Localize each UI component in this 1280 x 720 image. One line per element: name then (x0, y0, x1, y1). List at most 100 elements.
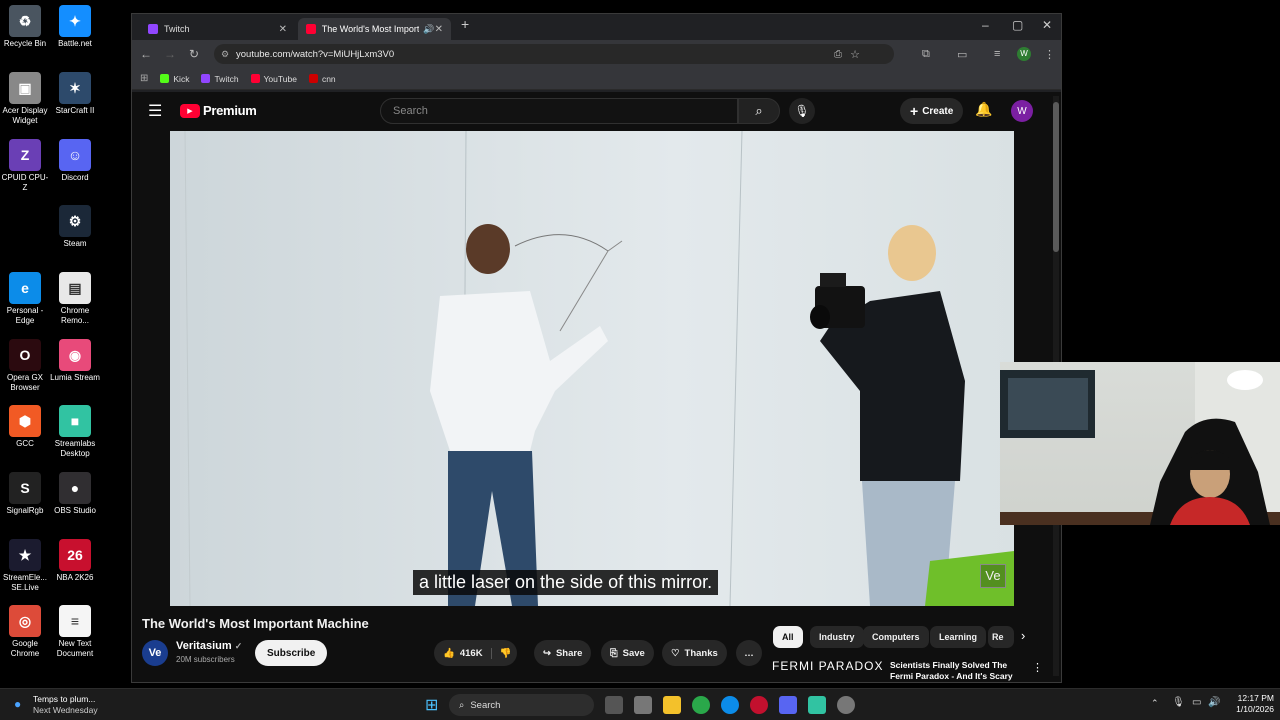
youtube-logo[interactable]: ▶ Premium (180, 103, 257, 118)
youtube-play-icon: ▶ (180, 103, 200, 118)
subscribe-button[interactable]: Subscribe (255, 640, 328, 666)
search-button[interactable]: ⌕ (738, 98, 780, 124)
hamburger-menu-icon[interactable]: ☰ (148, 101, 162, 121)
network-icon[interactable]: ▭ (1192, 697, 1201, 708)
microphone-tray-icon[interactable]: 🎙 (1172, 697, 1185, 708)
tray-overflow-icon[interactable]: ⌃ (1151, 698, 1159, 709)
side-panel-icon[interactable]: ▭ (957, 48, 967, 61)
task-view-icon[interactable] (605, 696, 623, 714)
new-tab-button[interactable]: + (461, 16, 469, 32)
minimize-button[interactable]: – (982, 18, 989, 32)
voice-search-button[interactable]: 🎙 (789, 98, 815, 124)
chip-learning[interactable]: Learning (930, 626, 987, 648)
tab-twitch[interactable]: Twitch ✕ (140, 18, 295, 40)
thanks-button[interactable]: ♡ Thanks (662, 640, 727, 666)
widgets-icon[interactable] (634, 696, 652, 714)
chip-computers[interactable]: Computers (863, 626, 929, 648)
recommended-video[interactable]: FERMI PARADOX Scientists Finally Solved … (772, 659, 1042, 681)
chip-industry[interactable]: Industry (810, 626, 864, 648)
search-input[interactable]: Search (380, 98, 738, 124)
browser-menu-icon[interactable]: ⋮ (1044, 48, 1055, 61)
bookmark-kick[interactable]: Kick (160, 74, 189, 84)
chrome-taskbar-icon[interactable] (692, 696, 710, 714)
forward-button[interactable]: → (158, 47, 182, 61)
channel-watermark[interactable]: Ve (980, 564, 1006, 588)
app-icon: ☺ (59, 139, 91, 171)
desktop-icon-discord[interactable]: ☺ Discord (50, 139, 100, 183)
desktop-icon-opera-gx-browser[interactable]: O Opera GX Browser (0, 339, 50, 393)
reload-button[interactable]: ↻ (182, 47, 206, 61)
settings-taskbar-icon[interactable] (837, 696, 855, 714)
clock[interactable]: 12:17 PM 1/10/2026 (1222, 693, 1274, 715)
discord-taskbar-icon[interactable] (779, 696, 797, 714)
file-explorer-icon[interactable] (663, 696, 681, 714)
windows-start-icon[interactable]: ⊞ (425, 695, 438, 715)
site-info-icon[interactable]: ⚙ (221, 49, 229, 60)
tab-bar: Twitch ✕ The World's Most Importar 🔊 ✕ +… (132, 14, 1061, 40)
desktop-icon-chrome-remo[interactable]: ▤ Chrome Remo... (50, 272, 100, 326)
desktop-icon-steam[interactable]: ⚙ Steam (50, 205, 100, 249)
video-player[interactable]: a little laser on the side of this mirro… (170, 131, 1014, 606)
app-icon: ● (59, 472, 91, 504)
thumbs-down-icon[interactable]: 👎 (490, 647, 511, 659)
chip-all[interactable]: All (773, 626, 803, 648)
more-actions-button[interactable]: … (736, 640, 762, 666)
install-app-icon[interactable]: ⎙ (834, 49, 842, 60)
recommended-menu-icon[interactable]: ⋮ (1032, 661, 1042, 674)
volume-icon[interactable]: 🔊 (1208, 697, 1220, 708)
youtube-header: ☰ ▶ Premium Search ⌕ 🎙 + Create 🔔 W (132, 92, 1061, 130)
notifications-bell-icon[interactable]: 🔔 (975, 101, 992, 118)
create-button[interactable]: + Create (900, 98, 964, 124)
account-avatar[interactable]: W (1011, 100, 1033, 122)
close-tab-icon[interactable]: ✕ (279, 24, 287, 35)
bookmark-twitch[interactable]: Twitch (201, 74, 239, 84)
desktop-icon-obs-studio[interactable]: ● OBS Studio (50, 472, 100, 516)
weather-widget-icon: ● (14, 697, 22, 711)
desktop-icon-streamlabs-desktop[interactable]: ■ Streamlabs Desktop (50, 405, 100, 459)
back-button[interactable]: ← (134, 47, 158, 61)
scrollbar-thumb[interactable] (1053, 102, 1059, 252)
speaker-icon[interactable]: 🔊 (423, 24, 434, 35)
desktop-icon-google-chrome[interactable]: ◎ Google Chrome (0, 605, 50, 659)
desktop-icon-starcraft-ii[interactable]: ✶ StarCraft II (50, 72, 100, 116)
edge-taskbar-icon[interactable] (721, 696, 739, 714)
desktop-icon-signalrgb[interactable]: S SignalRgb (0, 472, 50, 516)
media-controls-icon[interactable]: ≡ (994, 48, 1000, 60)
app-icon: O (9, 339, 41, 371)
streamlabs-taskbar-icon[interactable] (808, 696, 826, 714)
desktop-icon-streamele-se-live[interactable]: ★ StreamEle... SE.Live (0, 539, 50, 593)
bookmark-youtube[interactable]: YouTube (250, 74, 297, 84)
app-icon: ✦ (59, 5, 91, 37)
app-icon: 26 (59, 539, 91, 571)
save-button[interactable]: ⎘ Save (601, 640, 654, 666)
apps-grid-icon[interactable]: ⊞ (140, 73, 148, 84)
desktop-icon-new-text-document[interactable]: ≡ New Text Document (50, 605, 100, 659)
desktop-icon-personal-edge[interactable]: e Personal - Edge (0, 272, 50, 326)
desktop-icon-cpuid-cpu-z[interactable]: Z CPUID CPU-Z (0, 139, 50, 193)
chips-next-arrow-icon[interactable]: › (1021, 628, 1025, 643)
chip-partial[interactable]: Re (988, 626, 1014, 648)
url-bar[interactable]: ⚙ youtube.com/watch?v=MiUHjLxm3V0 ⎙ ☆ (214, 44, 894, 64)
desktop-icon-battle-net[interactable]: ✦ Battle.net (50, 5, 100, 49)
close-tab-icon[interactable]: ✕ (435, 24, 443, 35)
bookmark-star-icon[interactable]: ☆ (850, 48, 860, 61)
desktop-icon-lumia-stream[interactable]: ◉ Lumia Stream (50, 339, 100, 383)
channel-name[interactable]: Veritasium ✓ (176, 640, 242, 652)
like-button[interactable]: 👍 416K 👎 (434, 640, 518, 666)
opera-gx-taskbar-icon[interactable] (750, 696, 768, 714)
desktop-icon-acer-display-widget[interactable]: ▣ Acer Display Widget (0, 72, 50, 126)
thumbs-up-icon: 👍 (443, 647, 455, 659)
tab-youtube[interactable]: The World's Most Importar 🔊 ✕ (298, 18, 451, 40)
maximize-button[interactable]: ▢ (1012, 18, 1023, 32)
profile-avatar[interactable]: W (1017, 47, 1031, 61)
bookmark-cnn[interactable]: cnn (308, 74, 336, 84)
desktop-icon-gcc[interactable]: ⬢ GCC (0, 405, 50, 449)
desktop-icon-nba-2k26[interactable]: 26 NBA 2K26 (50, 539, 100, 583)
channel-avatar[interactable]: Ve (142, 640, 168, 666)
share-button[interactable]: ↪ Share (534, 640, 592, 666)
desktop-icon-recycle-bin[interactable]: ♻ Recycle Bin (0, 5, 50, 49)
taskbar-search[interactable]: ⌕ Search (449, 694, 594, 716)
extensions-icon[interactable]: ⧉ (922, 48, 930, 61)
search-icon: ⌕ (755, 103, 763, 118)
close-window-button[interactable]: ✕ (1042, 18, 1052, 32)
